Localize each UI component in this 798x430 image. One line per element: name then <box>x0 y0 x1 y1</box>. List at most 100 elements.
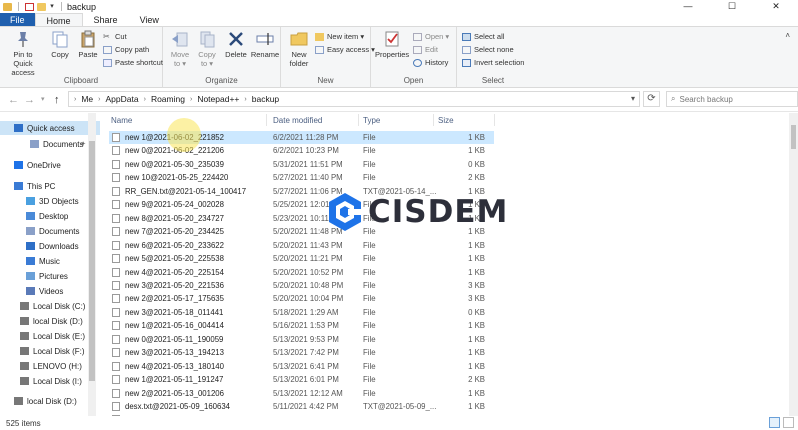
properties-icon[interactable] <box>25 2 34 11</box>
file-list-scrollbar[interactable] <box>789 113 798 416</box>
back-arrow-icon[interactable]: ← <box>8 93 19 107</box>
column-header-date[interactable]: Date modified <box>273 116 322 125</box>
new-folder-label: New folder <box>289 50 309 68</box>
nav-scrollbar-thumb[interactable] <box>89 141 95 381</box>
nav-item[interactable]: Local Disk (E:) <box>0 329 100 343</box>
delete-button[interactable]: Delete <box>223 30 249 59</box>
address-bar[interactable]: › Me › AppData › Roaming › Notepad++ › b… <box>68 91 640 107</box>
column-divider[interactable] <box>266 114 267 126</box>
select-none-button[interactable]: Select none <box>462 45 514 54</box>
file-row[interactable]: new 3@2021-05-20_221536 5/20/2021 10:48 P… <box>109 279 494 292</box>
file-row[interactable]: new 5@2021-05-20_225538 5/20/2021 11:21 P… <box>109 252 494 265</box>
forward-arrow-icon[interactable]: → <box>24 93 35 107</box>
copy-to-button[interactable]: Copy to ▾ <box>194 30 220 68</box>
column-header-size[interactable]: Size <box>438 116 454 125</box>
file-row[interactable]: new 0@2021-05-30_235039 5/31/2021 11:51 P… <box>109 158 494 171</box>
column-divider[interactable] <box>433 114 434 126</box>
refresh-button[interactable]: ⟳ <box>643 91 660 107</box>
pin-icon: ✦ <box>80 141 86 148</box>
file-row[interactable]: new 4@2021-05-13_180140 5/13/2021 6:41 PM… <box>109 360 494 373</box>
nav-item[interactable]: Local Disk (F:) <box>0 344 100 358</box>
file-row[interactable]: new 3@2021-05-13_194213 5/13/2021 7:42 PM… <box>109 346 494 359</box>
paste-button[interactable]: Paste <box>75 30 101 59</box>
breadcrumb-item[interactable]: backup <box>252 94 279 104</box>
file-row[interactable]: new 1@2021-05-11_191247 5/13/2021 6:01 PM… <box>109 373 494 386</box>
column-divider[interactable] <box>358 114 359 126</box>
maximize-button[interactable]: ☐ <box>710 0 754 13</box>
tab-share[interactable]: Share <box>83 13 129 26</box>
file-name: new 7@2021-05-20_234425 <box>125 227 224 237</box>
nav-item[interactable]: Desktop <box>0 209 100 223</box>
nav-item[interactable]: 3D Objects <box>0 194 100 208</box>
copy-button[interactable]: Copy <box>47 30 73 59</box>
nav-scrollbar[interactable] <box>88 113 96 416</box>
file-type: File <box>363 388 376 398</box>
nav-item[interactable]: Downloads <box>0 239 100 253</box>
nav-item[interactable]: Music <box>0 254 100 268</box>
file-row[interactable]: new 0@2021-05-11_190059 5/13/2021 9:53 PM… <box>109 333 494 346</box>
new-folder-icon[interactable] <box>37 2 46 11</box>
nav-item[interactable]: Quick access <box>0 121 100 135</box>
file-list-scrollbar-thumb[interactable] <box>791 125 796 149</box>
nav-item[interactable]: local Disk (D:) <box>0 394 100 408</box>
easy-access-button[interactable]: Easy access ▾ <box>315 45 375 54</box>
edit-button[interactable]: Edit <box>413 45 438 54</box>
nav-item[interactable]: local Disk (D:) <box>0 314 100 328</box>
recent-locations-chevron-icon[interactable]: ▾ <box>41 93 45 107</box>
breadcrumb-item[interactable]: Roaming <box>151 94 185 104</box>
new-item-button[interactable]: New item ▾ <box>315 32 364 41</box>
details-view-icon[interactable] <box>769 417 780 428</box>
pin-to-quick-access-button[interactable]: Pin to Quick access <box>3 30 43 77</box>
paste-shortcut-button[interactable]: Paste shortcut <box>103 58 163 67</box>
nav-item[interactable]: Videos <box>0 284 100 298</box>
file-row[interactable]: new 6@2021-05-20_233622 5/20/2021 11:43 P… <box>109 239 494 252</box>
breadcrumb-item[interactable]: Notepad++ <box>197 94 239 104</box>
history-button[interactable]: History <box>413 58 448 67</box>
select-all-button[interactable]: Select all <box>462 32 504 41</box>
open-button[interactable]: Open ▾ <box>413 32 449 41</box>
tab-home[interactable]: Home <box>34 13 83 26</box>
chevron-down-icon[interactable]: ▾ <box>49 3 55 11</box>
properties-button[interactable]: Properties <box>375 30 409 59</box>
nav-item[interactable]: This PC <box>0 179 100 193</box>
new-folder-button[interactable]: New folder <box>285 30 313 68</box>
file-row[interactable]: new 4@2021-05-20_225154 5/20/2021 10:52 P… <box>109 266 494 279</box>
tab-file[interactable]: File <box>0 13 35 26</box>
file-row[interactable]: new 2@2021-05-13_001206 5/13/2021 12:12 A… <box>109 387 494 400</box>
file-date: 6/2/2021 10:23 PM <box>273 146 339 156</box>
nav-item[interactable]: Documents <box>0 224 100 238</box>
file-row[interactable]: desx.txt@2021-05-09_160634 5/11/2021 4:42… <box>109 400 494 413</box>
nav-item[interactable]: Local Disk (I:) <box>0 374 100 388</box>
nav-item[interactable]: Local Disk (C:) <box>0 299 100 313</box>
close-button[interactable]: ✕ <box>754 0 798 13</box>
nav-item[interactable]: Documents ✦ <box>0 137 100 151</box>
file-row[interactable]: new 0@2021-06-02_221206 6/2/2021 10:23 PM… <box>109 144 494 157</box>
rename-button[interactable]: Rename <box>250 30 280 59</box>
copy-path-button[interactable]: Copy path <box>103 45 149 54</box>
file-row[interactable]: new 2@2021-05-17_175635 5/20/2021 10:04 P… <box>109 292 494 305</box>
breadcrumb-item[interactable]: AppData <box>106 94 139 104</box>
collapse-ribbon-icon[interactable]: ˄ <box>785 31 790 40</box>
nav-item[interactable]: OneDrive <box>0 158 100 172</box>
breadcrumb-item[interactable]: Me <box>81 94 93 104</box>
move-to-button[interactable]: Move to ▾ <box>167 30 193 68</box>
file-type: File <box>363 254 376 264</box>
large-icons-view-icon[interactable] <box>783 417 794 428</box>
chevron-down-icon[interactable]: ▾ <box>631 94 635 103</box>
minimize-button[interactable]: — <box>666 0 710 13</box>
nav-item[interactable]: Pictures <box>0 269 100 283</box>
folder-icon[interactable] <box>3 2 12 11</box>
column-header-type[interactable]: Type <box>363 116 380 125</box>
file-row[interactable]: new 3@2021-05-18_011441 5/18/2021 1:29 AM… <box>109 306 494 319</box>
file-size: 1 KB <box>468 254 485 264</box>
column-divider[interactable] <box>494 114 495 126</box>
nav-item[interactable]: LENOVO (H:) <box>0 359 100 373</box>
file-row[interactable]: new 1@2021-05-16_004414 5/16/2021 1:53 PM… <box>109 319 494 332</box>
file-row[interactable]: new 10@2021-05-25_224420 5/27/2021 11:40 … <box>109 171 494 184</box>
up-arrow-icon[interactable]: ↑ <box>54 93 60 107</box>
cut-button[interactable]: ✂ Cut <box>103 32 127 41</box>
search-input[interactable]: ⌕ Search backup <box>666 91 798 107</box>
invert-selection-button[interactable]: Invert selection <box>462 58 524 67</box>
tab-view[interactable]: View <box>129 13 170 26</box>
column-header-name[interactable]: Name <box>111 116 132 125</box>
